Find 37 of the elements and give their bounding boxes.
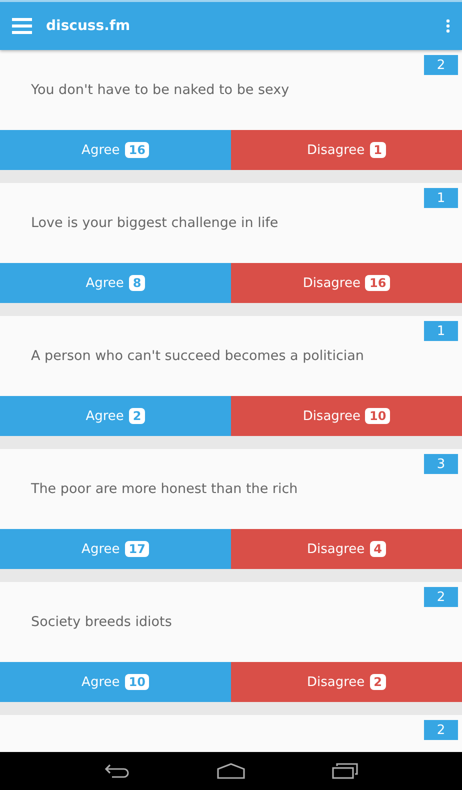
overflow-menu-icon[interactable]: [446, 19, 450, 33]
agree-button[interactable]: Agree 16: [0, 130, 231, 170]
agree-count: 10: [124, 674, 150, 690]
statement-text: The poor are more honest than the rich: [31, 481, 298, 497]
disagree-count: 2: [370, 674, 386, 690]
count-badge: 2: [424, 587, 458, 607]
agree-count: 2: [128, 408, 146, 424]
statement-text: Love is your biggest challenge in life: [31, 215, 278, 231]
agree-count: 16: [124, 142, 150, 158]
agree-button[interactable]: Agree 8: [0, 263, 231, 303]
count-badge: 2: [424, 720, 458, 740]
disagree-button[interactable]: Disagree 1: [231, 130, 462, 170]
disagree-button[interactable]: Disagree 4: [231, 529, 462, 569]
recent-apps-icon[interactable]: [332, 763, 358, 779]
disagree-count: 4: [370, 541, 386, 557]
agree-count: 17: [124, 541, 150, 557]
disagree-count: 1: [370, 142, 386, 158]
statement-text: A person who can't succeed becomes a politician: [31, 348, 364, 364]
agree-button[interactable]: Agree 17: [0, 529, 231, 569]
count-badge: 2: [424, 55, 458, 75]
count-badge: 1: [424, 188, 458, 208]
disagree-count: 10: [365, 408, 390, 424]
disagree-button[interactable]: Disagree 10: [231, 396, 462, 436]
disagree-button[interactable]: Disagree 16: [231, 263, 462, 303]
agree-count: 8: [128, 275, 146, 291]
disagree-button[interactable]: Disagree 2: [231, 662, 462, 702]
menu-icon[interactable]: [12, 18, 32, 34]
home-icon[interactable]: [216, 763, 245, 779]
statement-text: You don't have to be naked to be sexy: [31, 82, 290, 98]
back-icon[interactable]: [104, 763, 130, 779]
agree-button[interactable]: Agree 10: [0, 662, 231, 702]
count-badge: 3: [424, 454, 458, 474]
statement-text: Society breeds idiots: [31, 614, 172, 630]
disagree-count: 16: [365, 275, 390, 291]
agree-button[interactable]: Agree 2: [0, 396, 231, 436]
app-title: discuss.fm: [46, 18, 132, 34]
count-badge: 1: [424, 321, 458, 341]
